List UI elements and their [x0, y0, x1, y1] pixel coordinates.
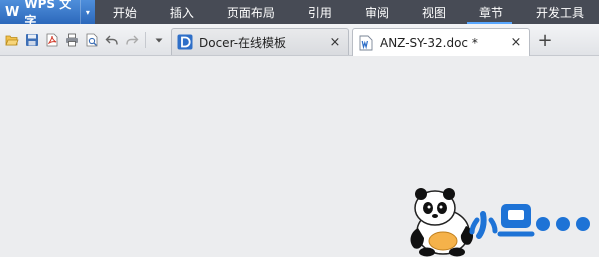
redo-icon[interactable]	[122, 31, 142, 49]
close-icon[interactable]: ×	[328, 35, 342, 50]
brand-mark-icon	[469, 204, 590, 239]
app-menu-button[interactable]: W WPS 文字 ▾	[0, 0, 95, 28]
menu-item-page-layout[interactable]: 页面布局	[209, 0, 290, 24]
menu-item-references[interactable]: 引用	[290, 0, 347, 24]
docer-icon	[177, 34, 193, 50]
menu-item-view[interactable]: 视图	[404, 0, 461, 24]
menu-item-section[interactable]: 章节	[461, 0, 518, 24]
new-tab-button[interactable]: +	[535, 30, 555, 51]
close-icon[interactable]: ×	[509, 35, 523, 50]
wps-logo-icon: W	[5, 4, 20, 20]
tab-docer[interactable]: Docer-在线模板 ×	[171, 28, 349, 55]
tab-toolbar: Docer-在线模板 × ANZ-SY-32.doc * ×	[0, 24, 599, 56]
save-icon[interactable]	[22, 31, 42, 49]
undo-icon[interactable]	[102, 31, 122, 49]
tab-label: Docer-在线模板	[199, 35, 287, 50]
panda-mascot-icon	[410, 188, 474, 257]
xiaohei-watermark-logo	[410, 188, 590, 257]
word-doc-icon	[359, 35, 373, 50]
tab-label: ANZ-SY-32.doc *	[380, 35, 478, 50]
menu-item-home[interactable]: 开始	[95, 0, 152, 24]
quick-access-toolbar	[2, 31, 169, 49]
open-folder-icon[interactable]	[2, 31, 22, 49]
customize-dropdown-icon[interactable]	[149, 31, 169, 49]
menu-item-review[interactable]: 审阅	[347, 0, 404, 24]
export-pdf-icon[interactable]	[42, 31, 62, 49]
toolbar-divider	[145, 32, 146, 48]
ribbon-tabs: 开始 插入 页面布局 引用 审阅 视图 章节 开发工具	[95, 0, 599, 24]
print-preview-icon[interactable]	[82, 31, 102, 49]
menu-item-developer[interactable]: 开发工具	[518, 0, 599, 24]
chevron-down-icon[interactable]: ▾	[79, 0, 95, 24]
print-icon[interactable]	[62, 31, 82, 49]
menu-item-insert[interactable]: 插入	[152, 0, 209, 24]
tab-document[interactable]: ANZ-SY-32.doc * ×	[352, 28, 530, 56]
menu-bar: W WPS 文字 ▾ 开始 插入 页面布局 引用 审阅 视图 章节 开发工具	[0, 0, 599, 28]
